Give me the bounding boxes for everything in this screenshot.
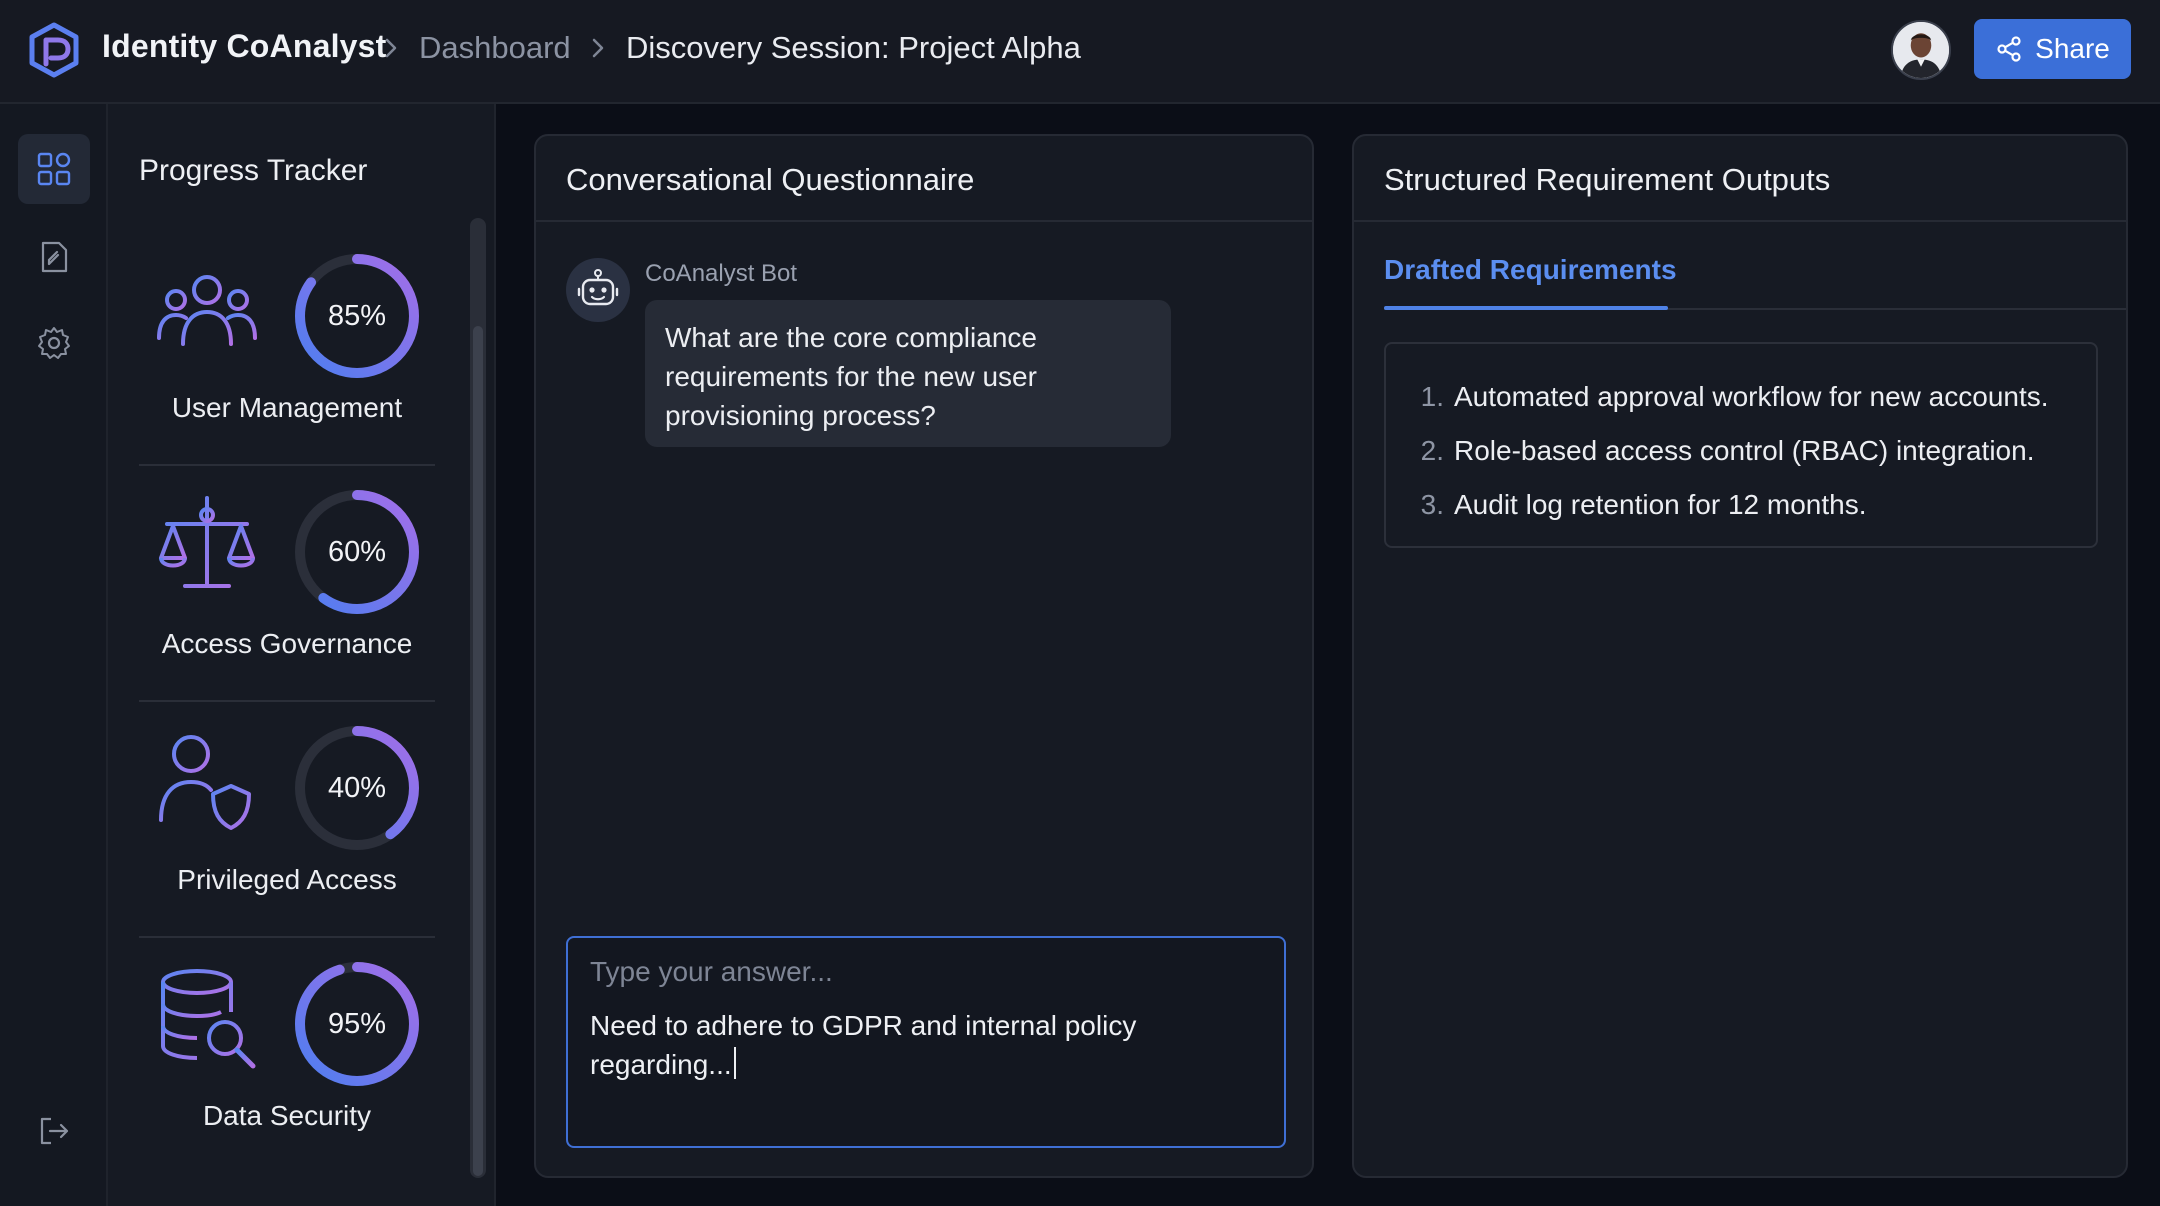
questionnaire-card: Conversational Questionnaire CoAnalyst B…	[534, 134, 1314, 1178]
progress-percent: 95%	[327, 1007, 387, 1040]
answer-input-placeholder: Type your answer...	[590, 956, 833, 987]
tracker-item-label: Data Security	[202, 1100, 372, 1131]
progress-tracker-panel: Progress Tracker 85% User Management 60%…	[108, 104, 496, 1206]
breadcrumb-current-page: Discovery Session: Project Alpha	[626, 30, 1081, 65]
tracker-item-label: Privileged Access	[177, 864, 397, 895]
rail-documents-button[interactable]	[18, 222, 90, 292]
rail-settings-button[interactable]	[18, 308, 90, 378]
bot-message-bubble: What are the core compliance requirement…	[645, 300, 1171, 447]
tab-active-indicator	[1384, 306, 1668, 310]
list-item-text: Automated approval workflow for new acco…	[1454, 381, 2049, 412]
list-item-text: Audit log retention for 12 months.	[1454, 489, 1867, 520]
document-edit-icon	[41, 241, 68, 273]
user-avatar[interactable]	[1891, 20, 1951, 80]
tracker-scrollbar-thumb[interactable]	[473, 326, 483, 1176]
tracker-item-privileged-access[interactable]: 40% Privileged Access	[139, 702, 435, 938]
list-item: 2. Role-based access control (RBAC) inte…	[1412, 424, 2096, 478]
scales-icon	[159, 496, 255, 588]
chevron-right-icon	[385, 38, 397, 58]
top-header: Identity CoAnalyst Dashboard Discovery S…	[0, 0, 2160, 104]
text-caret	[733, 1047, 736, 1079]
requirements-card: Structured Requirement Outputs Drafted R…	[1352, 134, 2128, 1178]
logout-icon	[40, 1117, 69, 1145]
rail-dashboard-button[interactable]	[18, 134, 90, 204]
app-brand: Identity CoAnalyst	[102, 28, 387, 64]
share-button[interactable]: Share	[1974, 19, 2131, 79]
progress-percent: 40%	[327, 771, 387, 804]
tracker-item-label: Access Governance	[161, 628, 413, 659]
tab-drafted-requirements[interactable]: Drafted Requirements	[1384, 254, 1677, 286]
answer-input[interactable]: Type your answer... Need to adhere to GD…	[566, 936, 1286, 1148]
bot-avatar	[566, 258, 630, 322]
tracker-item-data-security[interactable]: 95% Data Security	[139, 938, 435, 1174]
tracker-item-label: User Management	[171, 392, 403, 423]
list-item: 1. Automated approval workflow for new a…	[1412, 370, 2096, 424]
icon-rail	[0, 104, 108, 1206]
list-item: 3. Audit log retention for 12 months.	[1412, 478, 2096, 532]
user-shield-icon	[159, 735, 251, 830]
gear-icon	[38, 327, 70, 359]
robot-icon	[577, 269, 619, 306]
breadcrumb-dashboard[interactable]: Dashboard	[419, 30, 571, 66]
progress-percent: 60%	[327, 535, 387, 568]
database-search-icon	[161, 969, 256, 1069]
list-item-number: 3.	[1420, 489, 1444, 520]
requirements-list: 1. Automated approval workflow for new a…	[1384, 342, 2098, 548]
answer-input-value[interactable]: Need to adhere to GDPR and internal poli…	[590, 1006, 1262, 1084]
questionnaire-title: Conversational Questionnaire	[566, 162, 975, 197]
app-logo-icon[interactable]	[28, 22, 80, 78]
chevron-right-icon	[592, 38, 604, 58]
bot-name: CoAnalyst Bot	[645, 260, 798, 287]
requirements-header: Structured Requirement Outputs	[1354, 136, 2126, 222]
tracker-item-user-management[interactable]: 85% User Management	[139, 230, 435, 466]
progress-percent: 85%	[327, 299, 387, 332]
answer-input-text: Need to adhere to GDPR and internal poli…	[590, 1010, 1137, 1080]
rail-logout-button[interactable]	[18, 1096, 90, 1166]
share-icon	[1997, 36, 2021, 62]
tracker-item-access-governance[interactable]: 60% Access Governance	[139, 466, 435, 702]
user-portrait-icon	[1893, 22, 1949, 78]
questionnaire-header: Conversational Questionnaire	[536, 136, 1312, 222]
tracker-scrollbar[interactable]	[470, 218, 486, 1178]
users-group-icon	[157, 275, 257, 346]
list-item-number: 2.	[1420, 435, 1444, 466]
progress-tracker-title: Progress Tracker	[139, 154, 368, 187]
list-item-number: 1.	[1420, 381, 1444, 412]
dashboard-grid-icon	[37, 152, 71, 186]
requirements-title: Structured Requirement Outputs	[1384, 162, 1831, 197]
list-item-text: Role-based access control (RBAC) integra…	[1454, 435, 2035, 466]
share-button-label: Share	[2035, 33, 2110, 64]
